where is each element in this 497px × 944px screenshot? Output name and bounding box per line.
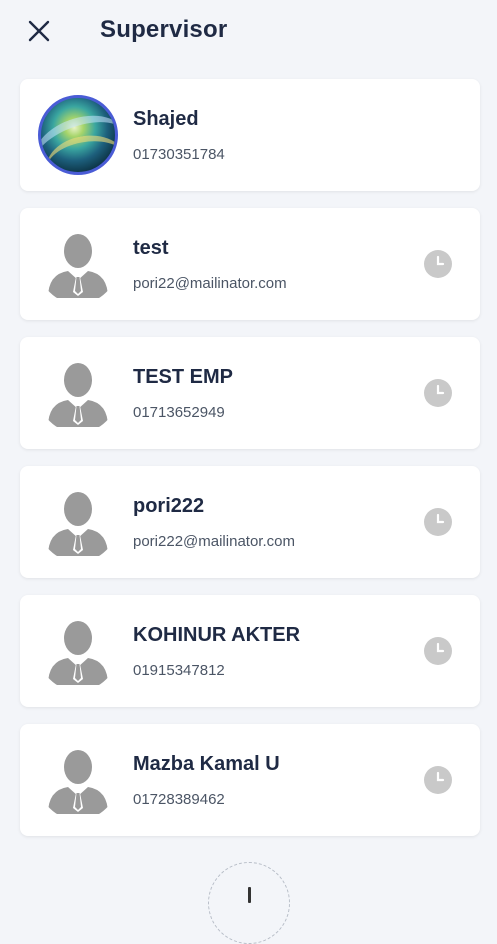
clock-icon [424, 379, 452, 407]
supervisor-card[interactable]: pori222 pori222@mailinator.com [20, 466, 480, 578]
default-user-icon [38, 611, 118, 691]
supervisor-contact: pori22@mailinator.com [133, 275, 287, 292]
supervisor-name: Shajed [133, 108, 199, 130]
default-user-icon [38, 482, 118, 562]
supervisor-card[interactable]: test pori22@mailinator.com [20, 208, 480, 320]
supervisor-contact: 01730351784 [133, 146, 225, 163]
app-header: Supervisor [0, 0, 497, 62]
supervisor-contact: 01728389462 [133, 791, 225, 808]
avatar [38, 95, 118, 175]
supervisor-name: TEST EMP [133, 366, 234, 388]
clock-icon [424, 508, 452, 536]
add-icon [248, 887, 251, 903]
default-user-icon [38, 740, 118, 820]
add-button[interactable] [208, 862, 290, 944]
close-button[interactable] [24, 16, 54, 46]
page-title: Supervisor [100, 16, 228, 43]
supervisor-name: Mazba Kamal U [133, 753, 280, 775]
supervisor-contact: 01915347812 [133, 662, 225, 679]
clock-icon [424, 250, 452, 278]
supervisor-contact: pori222@mailinator.com [133, 533, 295, 550]
supervisor-name: pori222 [133, 495, 205, 517]
supervisor-name: test [133, 237, 169, 259]
clock-icon [424, 766, 452, 794]
supervisor-card[interactable]: KOHINUR AKTER 01915347812 [20, 595, 480, 707]
supervisor-name: KOHINUR AKTER [133, 624, 301, 646]
clock-icon [424, 637, 452, 665]
close-icon [28, 20, 50, 42]
supervisor-card[interactable]: Shajed 01730351784 [20, 79, 480, 191]
supervisor-list: Shajed 01730351784 test pori22@mailinato… [20, 79, 480, 853]
default-user-icon [38, 224, 118, 304]
supervisor-contact: 01713652949 [133, 404, 225, 421]
default-user-icon [38, 353, 118, 433]
supervisor-card[interactable]: Mazba Kamal U 01728389462 [20, 724, 480, 836]
supervisor-card[interactable]: TEST EMP 01713652949 [20, 337, 480, 449]
